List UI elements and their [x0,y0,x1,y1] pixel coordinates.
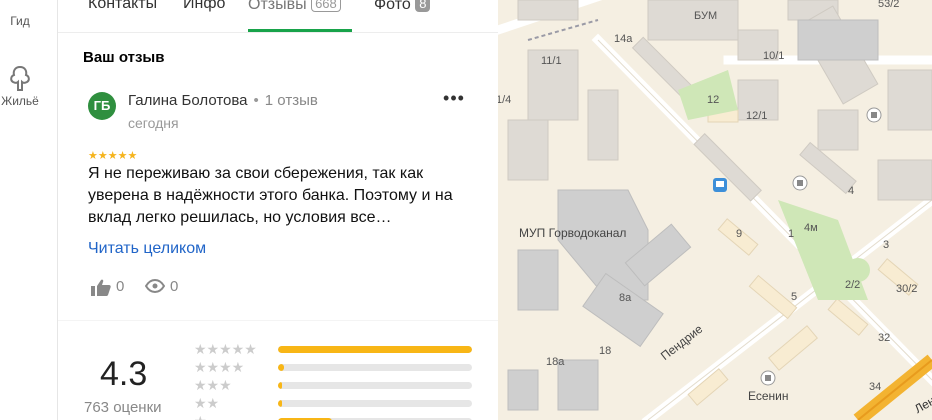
rating-row-bar [278,346,472,353]
building-poi-icon[interactable] [792,175,808,191]
rail-item-label: Жильё [1,94,39,108]
more-icon: ••• [443,88,465,108]
tab-label: Фото [374,0,411,13]
views-counter: 0 [145,278,185,296]
rating-row-bar [278,382,472,389]
map-label: 1 [788,228,795,240]
map-label: 30/2 [896,283,918,295]
tab-photos[interactable]: Фото 8 [374,0,431,32]
map-label: 5 [791,291,798,303]
rating-row-stars: ★★ [194,395,220,411]
separator: • [253,92,259,109]
tab-label: Контакты [88,0,158,12]
map-label: 9 [736,228,743,240]
building-poi-icon[interactable] [866,107,882,123]
author-review-count: 1 отзыв [264,92,318,109]
rating-row-stars: ★★★ [194,377,232,393]
reviews-count-badge: 668 [311,0,341,12]
map-label: 4 [848,185,855,197]
rating-row-stars: ★★★★★ [194,341,257,357]
review-stars: ★★★★★ [88,150,138,162]
map-label: 12/1 [746,110,768,122]
map-label: 53/2 [878,0,900,10]
avatar[interactable]: ГБ [88,92,116,120]
map-label: 10/1 [763,50,785,62]
review-text: Я не переживаю за свои сбережения, так к… [88,165,453,226]
more-button[interactable]: ••• [442,88,466,111]
rating-count: 763 оценки [84,399,162,416]
rating-row-bar-fill [278,364,284,371]
author-name[interactable]: Галина Болотова [128,92,248,109]
my-review-card: Ваш отзыв ГБ Галина Болотова • 1 отзыв сег… [58,32,498,320]
housing-icon [10,65,30,91]
average-rating: 4.3 [100,355,148,393]
map-label: 2/2 [845,279,861,291]
map-label: 34 [869,381,882,393]
map-label: 12 [707,94,720,106]
tab-label: Отзывы [248,0,307,13]
card-title: Ваш отзыв [83,49,165,66]
author-line: Галина Болотова • 1 отзыв [128,92,318,109]
map-label: 1/4 [498,94,512,106]
like-count: 0 [116,278,125,295]
review-date: сегодня [128,115,179,131]
rating-row-stars: ★★★★ [194,359,245,375]
rating-row-stars: ★ [194,413,207,420]
rating-row-bar [278,364,472,371]
photos-count-badge: 8 [415,0,431,12]
screen: Гид Жильё Контакты Инфо Отзывы 668 Фото … [0,0,932,420]
view-count: 0 [170,278,179,295]
like-button[interactable]: 0 [91,278,131,296]
map-label: 3 [883,239,890,251]
map-label: 18 [599,345,612,357]
tab-label: Инфо [183,0,226,12]
map-label: 8а [619,292,632,304]
rating-row-bar-fill [278,400,282,407]
map-label: 32 [878,332,891,344]
map-label: 14а [614,33,633,45]
map-label: 18а [546,356,565,368]
read-more-link[interactable]: Читать целиком [88,240,206,258]
organization-panel: Контакты Инфо Отзывы 668 Фото 8 Ваш отзы… [58,0,498,420]
tab-info[interactable]: Инфо [183,0,225,32]
rating-row-bar-fill [278,346,472,353]
map-label: Есенин [748,389,789,403]
bus-stop-icon[interactable] [713,178,727,192]
map-label: МУП Горводоканал [519,226,627,240]
map-label: 4м [804,222,818,234]
rail-item-guide[interactable]: Гид [0,14,40,28]
rail-item-label: Гид [10,14,30,28]
map[interactable]: 53/2 БУМ 14а 11/1 10/1 1/4 12 12/1 4м 9 … [498,0,932,420]
eye-icon [145,279,165,293]
rating-row-bar [278,400,472,407]
tab-contacts[interactable]: Контакты [88,0,157,32]
tab-bar: Контакты Инфо Отзывы 668 Фото 8 [58,0,498,32]
tab-reviews[interactable]: Отзывы 668 [248,0,341,32]
building-poi-icon[interactable] [760,370,776,386]
map-label: 11/1 [541,55,562,67]
rating-row-bar-fill [278,382,282,389]
left-rail: Гид Жильё [0,0,58,420]
ratings-summary: 4.3 763 оценки ★★★★★★★★★★★★★★★ [58,321,498,420]
map-label: БУМ [694,10,718,22]
rail-item-housing[interactable]: Жильё [0,64,40,108]
thumbs-up-icon [91,279,111,296]
